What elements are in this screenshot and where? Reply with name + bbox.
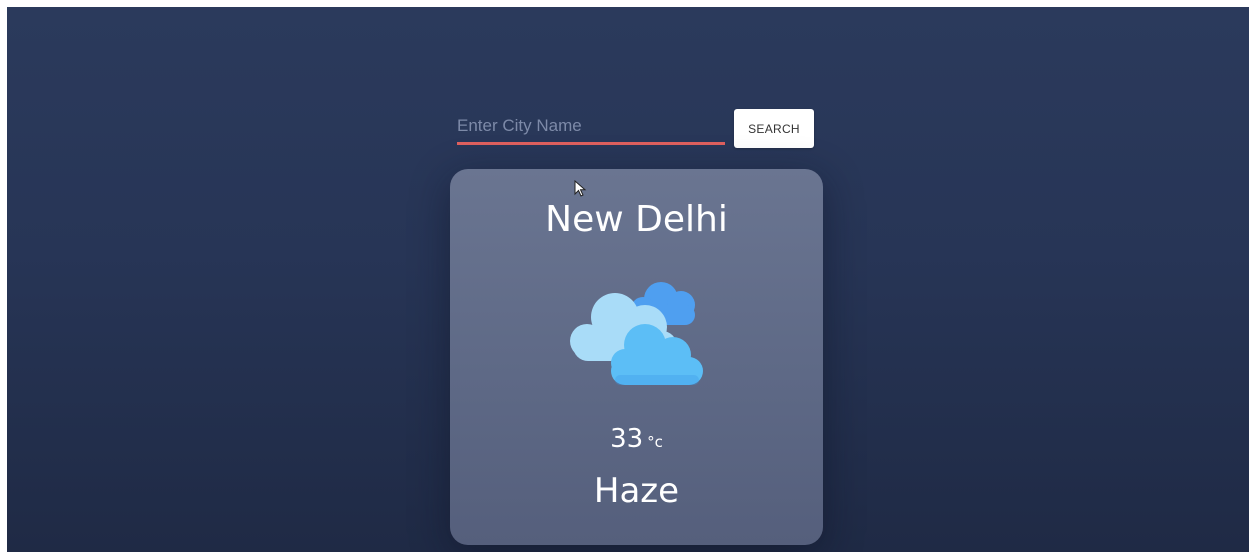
cloudy-icon [563,269,713,389]
app-background: SEARCH New Delhi [7,7,1249,552]
temperature: 33 °c [450,424,823,454]
temperature-unit: °c [647,433,663,451]
search-button[interactable]: SEARCH [734,109,814,148]
city-search-input[interactable] [457,109,725,145]
temperature-value: 33 [610,424,644,454]
city-name: New Delhi [545,199,728,240]
weather-card: New Delhi 33 °c Haze [450,169,823,545]
weather-condition: Haze [593,471,680,511]
mouse-cursor-icon [574,179,588,198]
search-bar: SEARCH [457,109,817,153]
